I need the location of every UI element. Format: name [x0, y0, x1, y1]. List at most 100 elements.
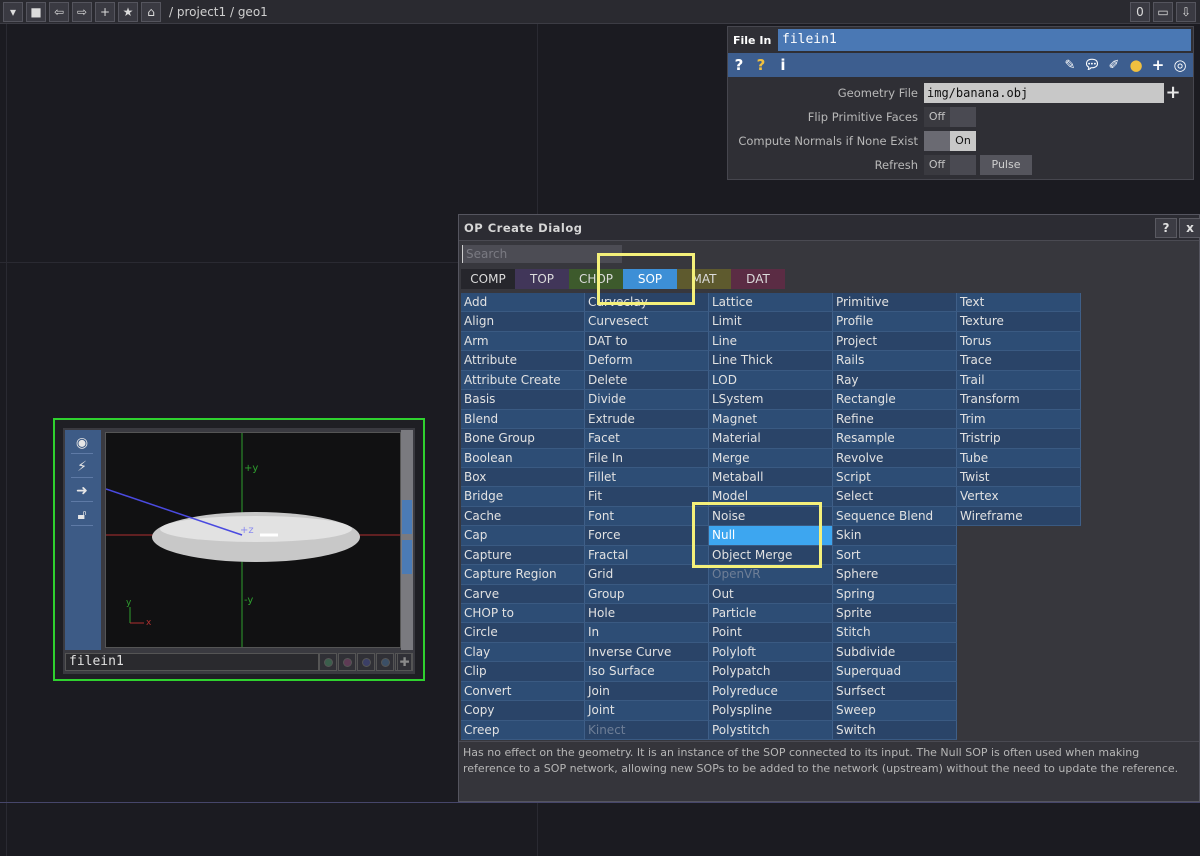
op-item[interactable]: Tube — [957, 448, 1081, 468]
add-button[interactable]: + — [95, 1, 115, 22]
op-item[interactable]: Capture — [461, 545, 585, 566]
op-item[interactable]: Particle — [709, 604, 833, 624]
op-item[interactable]: In — [585, 623, 709, 643]
op-item[interactable]: Carve — [461, 584, 585, 604]
stop-button[interactable]: ■ — [26, 1, 46, 22]
pulse-button[interactable]: Pulse — [980, 155, 1032, 175]
op-item[interactable]: Superquad — [833, 662, 957, 682]
op-item[interactable]: Clay — [461, 642, 585, 663]
op-item[interactable]: File In — [585, 448, 709, 468]
op-item[interactable]: Extrude — [585, 409, 709, 430]
op-item[interactable]: Resample — [833, 429, 957, 449]
op-item[interactable]: Transform — [957, 390, 1081, 410]
op-item[interactable]: Line — [709, 331, 833, 352]
op-item[interactable]: Arm — [461, 331, 585, 352]
op-item[interactable]: Merge — [709, 448, 833, 468]
op-item[interactable]: Fillet — [585, 467, 709, 488]
op-item[interactable]: Polyspline — [709, 701, 833, 721]
node-dot[interactable] — [319, 653, 337, 671]
output-connector[interactable] — [402, 500, 412, 534]
op-item[interactable]: Trail — [957, 370, 1081, 391]
op-item[interactable]: Attribute — [461, 351, 585, 371]
op-item[interactable]: Attribute Create — [461, 370, 585, 391]
help-button[interactable]: ? — [728, 54, 750, 76]
op-item[interactable]: Revolve — [833, 448, 957, 468]
op-item[interactable]: Polystitch — [709, 720, 833, 741]
tab-dat[interactable]: DAT — [731, 269, 785, 289]
op-item[interactable]: Cache — [461, 506, 585, 527]
op-item[interactable]: Sprite — [833, 604, 957, 624]
op-item[interactable]: Box — [461, 467, 585, 488]
op-item[interactable]: Add — [461, 293, 585, 313]
op-item[interactable]: Torus — [957, 331, 1081, 352]
op-item[interactable]: Inverse Curve — [585, 642, 709, 663]
op-item[interactable]: Text — [957, 293, 1081, 313]
op-item[interactable]: Lattice — [709, 293, 833, 313]
op-item[interactable]: LOD — [709, 370, 833, 391]
op-item[interactable]: Basis — [461, 390, 585, 410]
notes-button[interactable]: ✐ — [1103, 54, 1125, 76]
op-item[interactable]: Skin — [833, 526, 957, 546]
op-item[interactable]: Circle — [461, 623, 585, 643]
maximize-button[interactable]: ▭ — [1153, 2, 1173, 22]
op-item[interactable]: Sequence Blend — [833, 506, 957, 527]
op-item[interactable]: Force — [585, 526, 709, 546]
download-button[interactable]: ⇩ — [1176, 2, 1196, 22]
python-button[interactable]: ● — [1125, 54, 1147, 76]
node-name-label[interactable]: filein1 — [65, 653, 319, 671]
op-item[interactable]: OpenVR — [709, 565, 833, 585]
python-help-button[interactable]: ? — [750, 54, 772, 76]
display-flag-button[interactable]: ➜ — [71, 480, 93, 502]
op-item[interactable]: Creep — [461, 720, 585, 741]
op-item[interactable]: Stitch — [833, 623, 957, 643]
op-item[interactable]: Clip — [461, 662, 585, 682]
op-item[interactable]: Spring — [833, 584, 957, 604]
op-item[interactable]: Facet — [585, 429, 709, 449]
op-item[interactable]: Cap — [461, 526, 585, 546]
op-name-field[interactable]: filein1 — [778, 29, 1191, 51]
node-add[interactable]: ✚ — [395, 653, 413, 671]
add-param-button[interactable]: + — [1147, 54, 1169, 76]
dialog-close-button[interactable]: x — [1179, 218, 1200, 238]
op-item[interactable]: Project — [833, 331, 957, 352]
op-item[interactable]: Trace — [957, 351, 1081, 371]
filein1-node[interactable]: ◉ ⚡ ➜ 🔓︎ +y +z -y y x filein1 ✚ — [53, 418, 425, 681]
op-item[interactable]: Script — [833, 467, 957, 488]
op-item[interactable]: Profile — [833, 312, 957, 332]
op-item[interactable]: Kinect — [585, 720, 709, 741]
op-item[interactable]: Fit — [585, 487, 709, 507]
op-item[interactable]: Rectangle — [833, 390, 957, 410]
op-item[interactable]: Delete — [585, 370, 709, 391]
op-item[interactable]: LSystem — [709, 390, 833, 410]
op-item[interactable]: Twist — [957, 467, 1081, 488]
op-item[interactable]: Material — [709, 429, 833, 449]
edit-button[interactable]: ✎ — [1059, 54, 1081, 76]
favorite-button[interactable]: ★ — [118, 1, 138, 22]
tab-top[interactable]: TOP — [515, 269, 569, 289]
op-item[interactable]: Sort — [833, 545, 957, 566]
op-item[interactable]: CHOP to — [461, 604, 585, 624]
op-item[interactable]: Rails — [833, 351, 957, 371]
op-item[interactable]: Select — [833, 487, 957, 507]
op-item[interactable]: Ray — [833, 370, 957, 391]
node-dot[interactable] — [357, 653, 375, 671]
op-item[interactable]: Hole — [585, 604, 709, 624]
output-connector[interactable] — [402, 540, 412, 574]
op-item[interactable]: Iso Surface — [585, 662, 709, 682]
op-item[interactable]: Boolean — [461, 448, 585, 468]
op-item[interactable]: Polypatch — [709, 662, 833, 682]
node-dot[interactable] — [338, 653, 356, 671]
op-item[interactable]: Point — [709, 623, 833, 643]
op-item[interactable]: Vertex — [957, 487, 1081, 507]
op-item[interactable]: Join — [585, 681, 709, 702]
op-item[interactable]: Curvesect — [585, 312, 709, 332]
op-item[interactable]: Blend — [461, 409, 585, 430]
home-button[interactable]: ⌂ — [141, 1, 161, 22]
op-item[interactable]: Polyloft — [709, 642, 833, 663]
menu-dropdown-button[interactable]: ▾ — [3, 1, 23, 22]
op-item[interactable]: Divide — [585, 390, 709, 410]
op-item[interactable]: Line Thick — [709, 351, 833, 371]
viewer-flag-button[interactable]: ◉ — [71, 432, 93, 454]
op-item[interactable]: Grid — [585, 565, 709, 585]
info-button[interactable]: i — [772, 54, 794, 76]
